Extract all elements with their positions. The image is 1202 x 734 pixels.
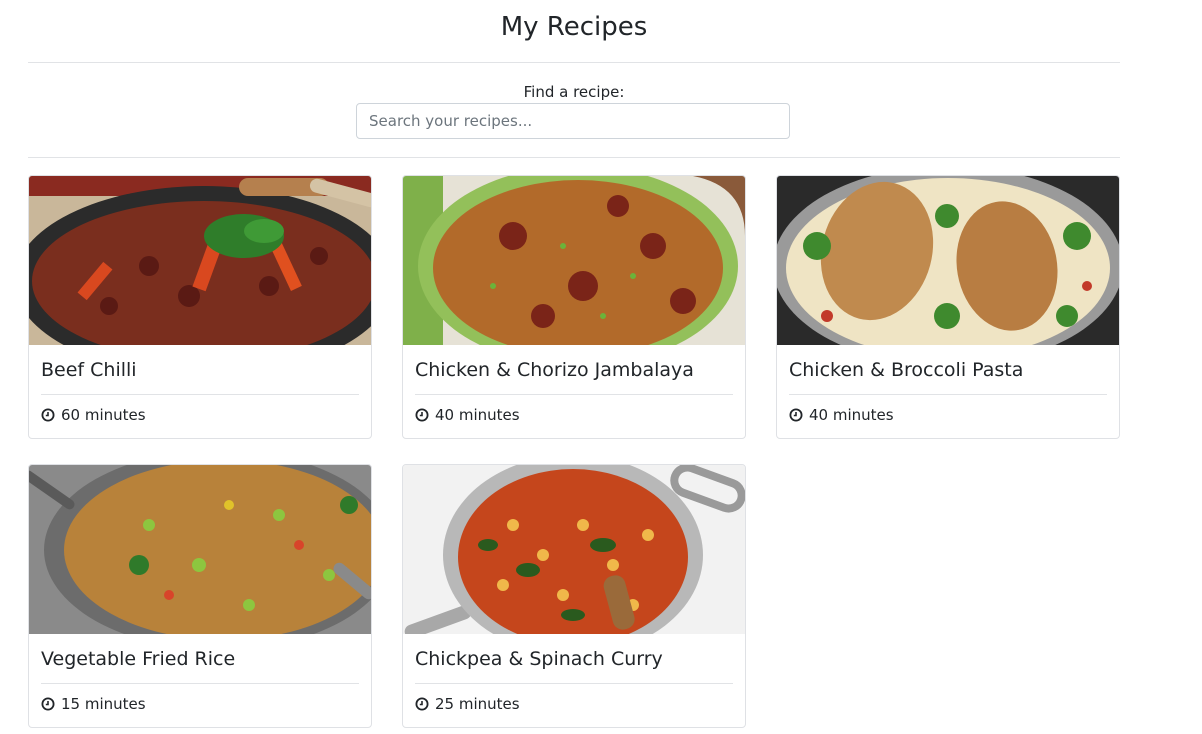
header-divider: [28, 62, 1120, 63]
recipe-time-label: 40 minutes: [435, 406, 520, 424]
page-title: My Recipes: [500, 12, 648, 42]
search-label: Find a recipe:: [523, 83, 625, 101]
clock-icon: [789, 408, 803, 422]
recipe-time: 40 minutes: [415, 406, 520, 424]
recipes-page: My Recipes Find a recipe: Search your re…: [0, 0, 1202, 734]
jambalaya-photo: [403, 176, 745, 345]
recipe-time-label: 60 minutes: [61, 406, 146, 424]
search-input[interactable]: [356, 103, 790, 139]
recipe-name: Beef Chilli: [41, 359, 137, 381]
recipe-time: 40 minutes: [789, 406, 894, 424]
beef-chilli-photo: [29, 176, 371, 345]
recipe-name: Chickpea & Spinach Curry: [415, 648, 663, 670]
recipe-card-chickpea-curry[interactable]: Chickpea & Spinach Curry 25 minutes: [402, 464, 746, 728]
card-divider: [415, 394, 733, 395]
card-divider: [789, 394, 1107, 395]
card-divider: [41, 394, 359, 395]
recipe-card-chicken-pasta[interactable]: Chicken & Broccoli Pasta 40 minutes: [776, 175, 1120, 439]
clock-icon: [41, 697, 55, 711]
recipe-time-label: 40 minutes: [809, 406, 894, 424]
recipe-name: Chicken & Broccoli Pasta: [789, 359, 1024, 381]
recipe-card-jambalaya[interactable]: Chicken & Chorizo Jambalaya 40 minutes: [402, 175, 746, 439]
recipe-time: 60 minutes: [41, 406, 146, 424]
clock-icon: [415, 408, 429, 422]
card-divider: [41, 683, 359, 684]
recipe-time: 15 minutes: [41, 695, 146, 713]
recipe-time: 25 minutes: [415, 695, 520, 713]
recipe-time-label: 15 minutes: [61, 695, 146, 713]
search-divider: [28, 157, 1120, 158]
recipe-card-fried-rice[interactable]: Vegetable Fried Rice 15 minutes: [28, 464, 372, 728]
recipe-card-beef-chilli[interactable]: Beef Chilli 60 minutes: [28, 175, 372, 439]
clock-icon: [415, 697, 429, 711]
card-divider: [415, 683, 733, 684]
recipe-name: Chicken & Chorizo Jambalaya: [415, 359, 694, 381]
recipe-time-label: 25 minutes: [435, 695, 520, 713]
clock-icon: [41, 408, 55, 422]
recipe-name: Vegetable Fried Rice: [41, 648, 236, 670]
chickpea-curry-photo: [403, 465, 745, 634]
chicken-pasta-photo: [777, 176, 1119, 345]
fried-rice-photo: [29, 465, 371, 634]
